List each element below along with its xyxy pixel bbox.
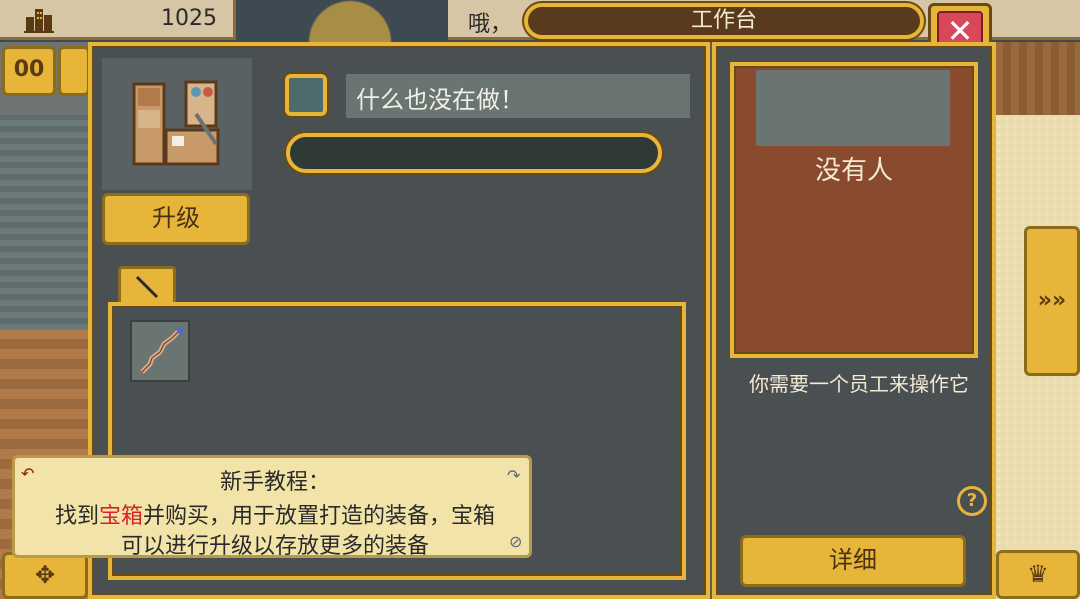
message-text: 哦， [468,12,513,37]
tutorial-title: 新手教程： [219,470,330,495]
workbench-icon [132,80,220,166]
tutorial-line-1: 找到宝箱并购买，用于放置打造的装备，宝箱 [15,498,535,530]
stone-floor [0,115,90,330]
skip-icon[interactable]: ⊘ [509,532,529,552]
upgrade-button[interactable]: 升级 [102,193,250,245]
work-progress-bar [286,133,662,173]
wood-wall [995,40,1080,115]
tutorial-text: 找到 [54,504,99,529]
tutorial-text: 并购买，用于放置打造的装备，宝箱 [143,504,496,529]
window-title-bar: 工作台 [524,3,924,39]
sun-decoration [290,0,410,42]
workbench-thumbnail [102,58,252,190]
building-icon [24,9,54,33]
status-checkbox[interactable] [285,74,327,116]
tutorial-line-2: 可以进行升级以存放更多的装备 [120,534,429,559]
status-field: 什么也没在做！ [346,74,690,118]
money-value: 1025 [161,6,217,31]
help-icon[interactable]: ? [957,486,987,516]
status-text: 什么也没在做！ [356,86,524,114]
window-title: 工作台 [690,8,757,33]
tutorial-highlight: 宝箱 [98,504,143,529]
worker-name: 没有人 [814,156,893,186]
tab-tools[interactable] [118,266,176,306]
money-display: 1025 [0,0,236,40]
item-slot[interactable] [130,320,190,382]
worker-requirement-note: 你需要一个员工来操作它 [749,372,969,396]
next-arrow-button[interactable]: »» [1024,226,1080,376]
worker-portrait-slot[interactable] [756,70,950,146]
pause-button[interactable]: 00 [2,46,56,96]
tool-icon [135,275,159,299]
side-menu-button[interactable] [58,46,90,96]
staff-icon [140,328,183,374]
details-button[interactable]: 详细 [740,535,966,587]
crown-button[interactable]: ♛ [996,550,1080,599]
tutorial-popup: ↶ ↷ 新手教程： 找到宝箱并购买，用于放置打造的装备，宝箱 可以进行升级以存放… [12,455,535,559]
